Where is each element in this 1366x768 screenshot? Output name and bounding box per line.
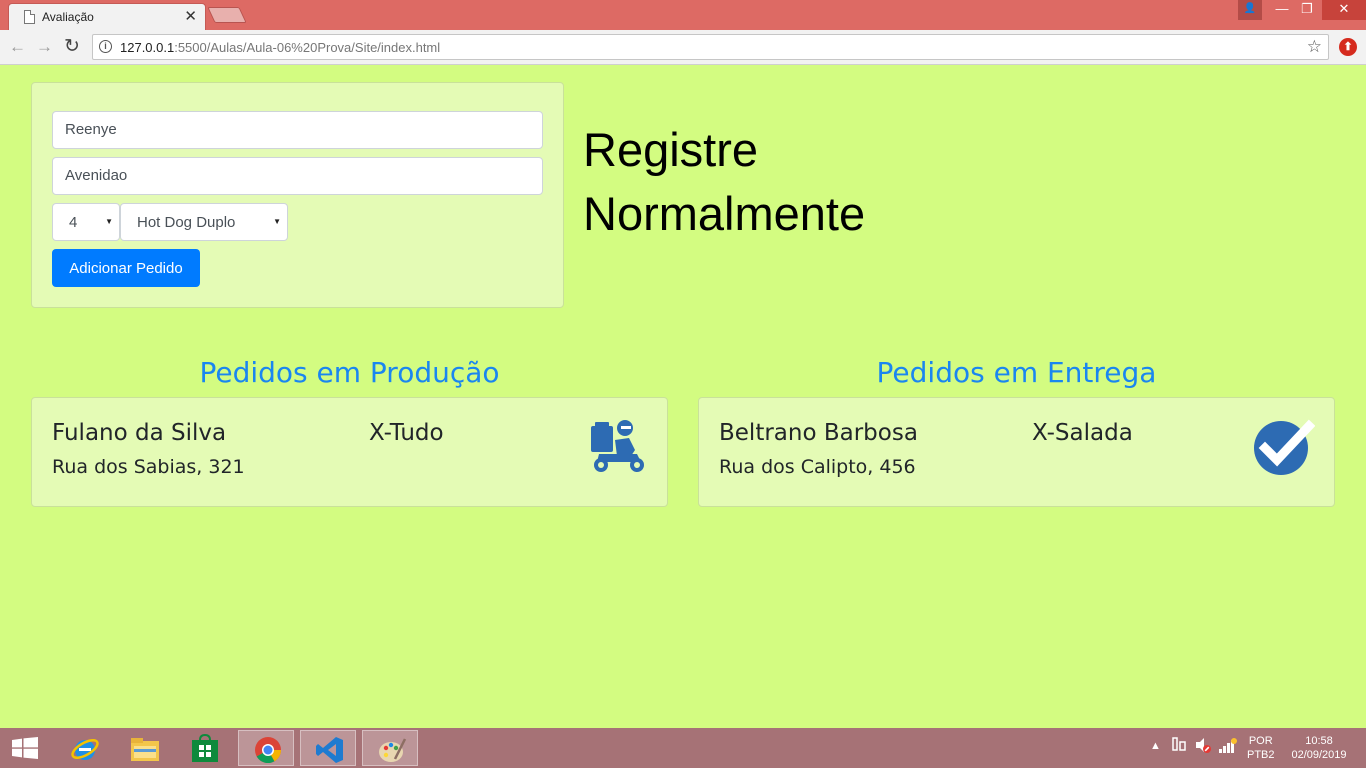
windows-start-icon[interactable] [12,737,38,764]
check-circle-icon[interactable] [1253,418,1316,481]
windows-taskbar: ▲ POR PTB2 10:58 02/09/2019 [0,728,1366,768]
input-language[interactable]: POR PTB2 [1247,734,1275,762]
chevron-down-icon: ▼ [273,217,281,226]
production-order-card[interactable]: Fulano da Silva X-Tudo Rua dos Sabias, 3… [31,397,668,507]
item-select[interactable]: Hot Dog Duplo ▼ [120,203,288,241]
order-form: Reenye Avenidao 4 ▼ Hot Dog Duplo ▼ Adic… [31,82,564,308]
add-order-button[interactable]: Adicionar Pedido [52,249,200,287]
new-tab-button[interactable] [207,7,247,23]
reload-icon[interactable]: ↻ [64,37,80,57]
tab-title: Avaliação [42,10,94,24]
vscode-icon [315,735,345,768]
action-center-icon[interactable] [1170,736,1188,757]
address-bar[interactable]: i 127.0.0.1:5500/Aulas/Aula-06%20Prova/S… [92,34,1329,60]
page-icon [24,10,35,24]
volume-muted-icon[interactable] [1194,736,1212,757]
page-content: Reenye Avenidao 4 ▼ Hot Dog Duplo ▼ Adic… [0,66,1366,728]
customer-name: Beltrano Barbosa [719,420,918,446]
store-app[interactable] [176,730,232,766]
back-icon[interactable]: ← [9,37,26,57]
quantity-value: 4 [69,214,78,231]
maximize-icon[interactable]: ❐ [1290,0,1324,20]
order-item: X-Salada [1032,420,1133,446]
user-icon[interactable]: 👤 [1238,0,1262,20]
extension-icon[interactable]: ⬆ [1339,38,1357,56]
show-hidden-icons[interactable]: ▲ [1150,740,1161,752]
chrome-app[interactable] [238,730,294,766]
production-section-title: Pedidos em Produção [199,356,500,389]
forward-icon[interactable]: → [36,37,53,57]
keyboard-layout: PTB2 [1247,749,1275,761]
customer-address: Rua dos Calipto, 456 [719,456,916,478]
browser-toolbar: ← → ↻ i 127.0.0.1:5500/Aulas/Aula-06%20P… [0,30,1366,65]
quantity-select[interactable]: 4 ▼ [52,203,120,241]
chrome-icon [253,735,283,768]
language-code: POR [1248,735,1273,747]
paint-icon [377,735,407,768]
delivery-scooter-icon[interactable] [587,418,647,479]
delivery-order-card[interactable]: Beltrano Barbosa X-Salada Rua dos Calipt… [698,397,1335,507]
customer-address: Rua dos Sabias, 321 [52,456,245,478]
url-host: 127.0.0.1 [120,40,175,55]
file-explorer-icon [130,734,160,768]
network-icon[interactable] [1218,736,1238,757]
name-input[interactable]: Reenye [52,111,543,149]
item-value: Hot Dog Duplo [137,214,236,231]
url-path: :5500/Aulas/Aula-06%20Prova/Site/index.h… [174,40,441,55]
order-item: X-Tudo [369,420,444,446]
customer-name: Fulano da Silva [52,420,227,446]
bookmark-star-icon[interactable]: ☆ [1307,37,1322,57]
store-icon [190,733,220,768]
info-icon[interactable]: i [99,40,112,53]
browser-titlebar: Avaliação ✕ 👤 — ❐ ✕ [0,0,1366,30]
delivery-section-title: Pedidos em Entrega [876,356,1157,389]
chevron-down-icon: ▼ [105,217,113,226]
paint-app[interactable] [362,730,418,766]
close-tab-icon[interactable]: ✕ [184,7,197,25]
file-explorer-app[interactable] [116,730,172,766]
url-text[interactable]: 127.0.0.1:5500/Aulas/Aula-06%20Prova/Sit… [120,40,440,55]
clock-date: 02/09/2019 [1291,749,1347,761]
clock-time: 10:58 [1305,735,1333,747]
close-window-icon[interactable]: ✕ [1322,0,1366,20]
ie-app[interactable] [56,730,112,766]
page-title: Registre Normalmente [583,123,866,240]
browser-tab[interactable]: Avaliação ✕ [8,3,206,30]
vscode-app[interactable] [300,730,356,766]
address-input[interactable]: Avenidao [52,157,543,195]
clock[interactable]: 10:58 02/09/2019 [1287,734,1351,762]
ie-icon [70,734,100,768]
